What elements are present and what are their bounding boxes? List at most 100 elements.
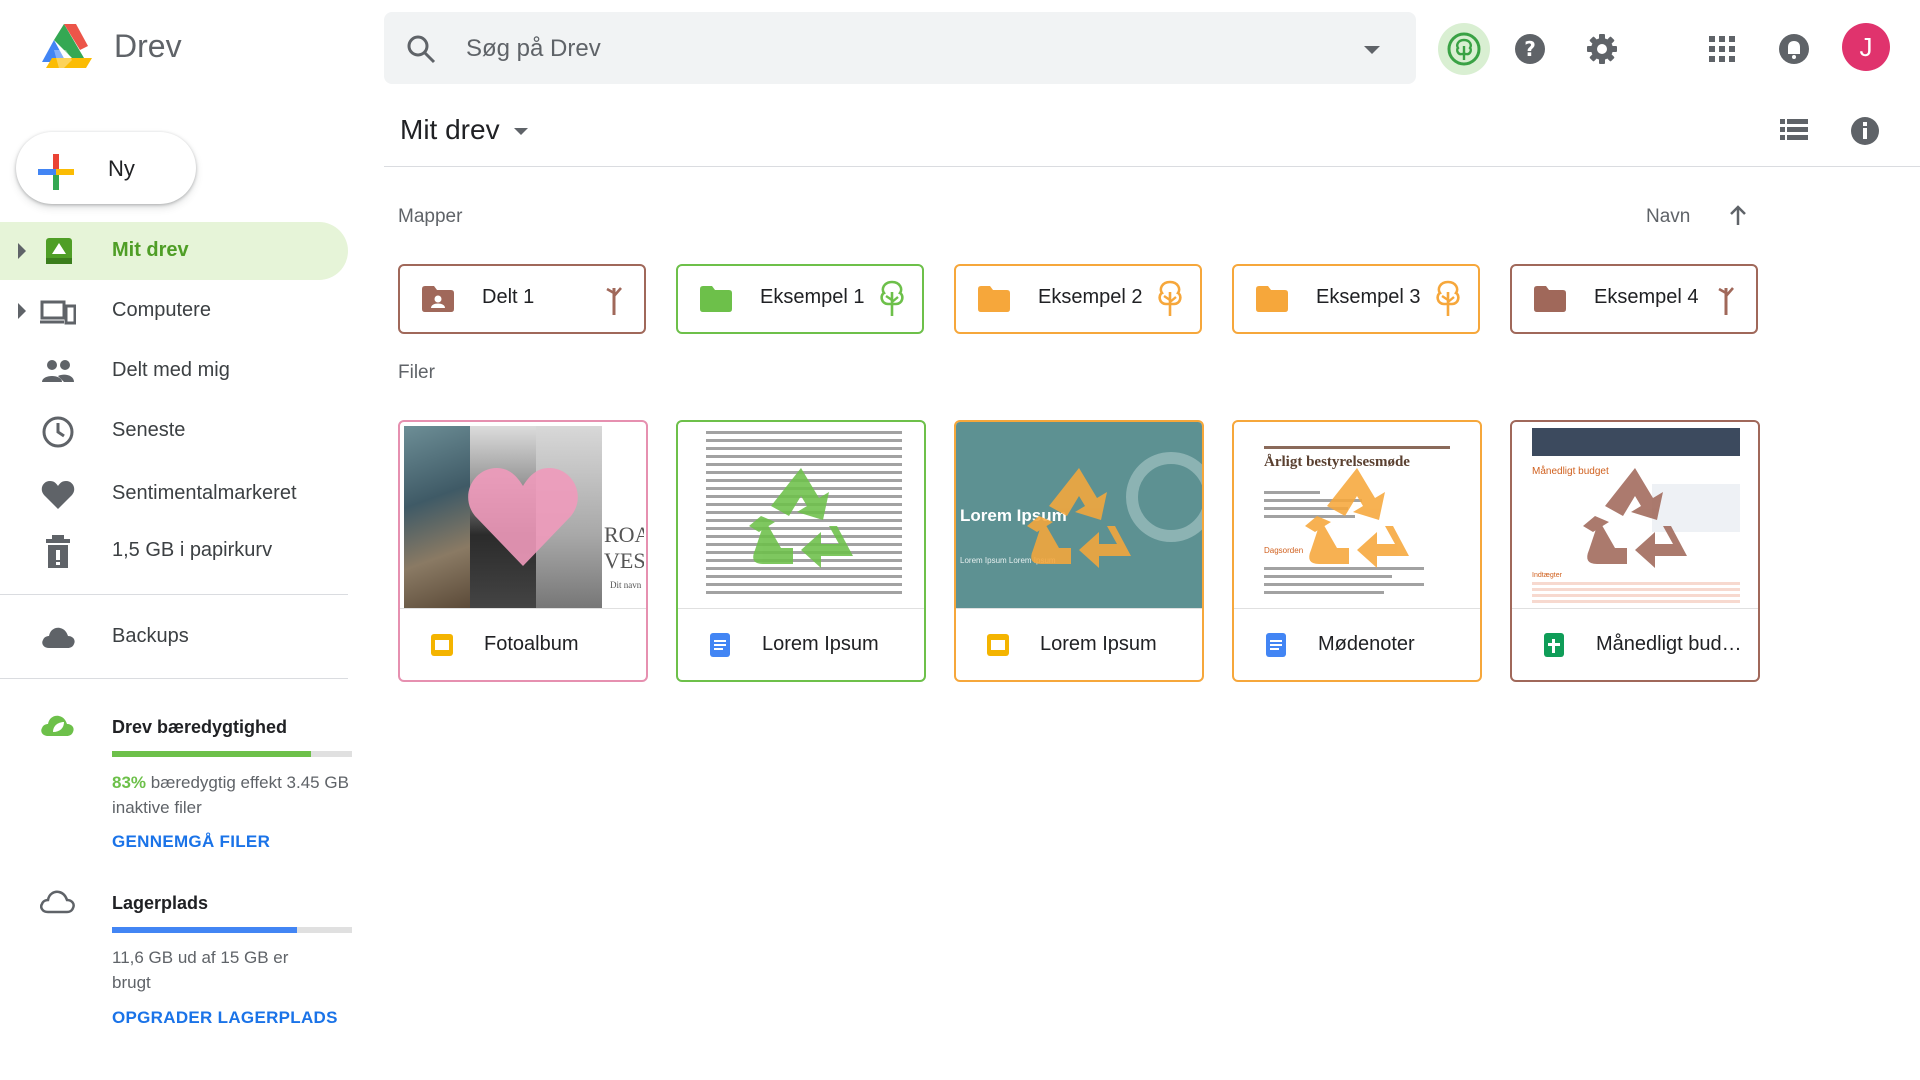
settings-icon bbox=[1587, 34, 1617, 64]
list-view-icon[interactable] bbox=[1780, 118, 1808, 142]
folder-name: Eksempel 1 bbox=[760, 286, 865, 308]
docs-file-icon bbox=[708, 633, 732, 657]
folder-icon bbox=[1256, 286, 1288, 312]
file-name: Mødenoter bbox=[1318, 633, 1415, 655]
folder-card[interactable]: Eksempel 4 bbox=[1510, 264, 1758, 334]
sidebar-item-computers[interactable]: Computere bbox=[0, 282, 348, 340]
folder-card[interactable]: Eksempel 1 bbox=[676, 264, 924, 334]
shared-folder-icon bbox=[422, 286, 454, 312]
new-button[interactable]: Ny bbox=[16, 132, 196, 204]
page-title[interactable]: Mit drev bbox=[400, 114, 500, 146]
apps-grid-icon bbox=[1709, 36, 1735, 62]
file-thumbnail: Lorem Ipsum Lorem Ipsum Lorem Ipsum bbox=[956, 422, 1202, 608]
sidebar-item-label: Sentimentalmarkeret bbox=[112, 482, 297, 504]
file-footer: Månedligt bud… bbox=[1512, 608, 1758, 680]
expand-arrow-icon[interactable] bbox=[18, 303, 26, 319]
recycle-icon bbox=[1027, 468, 1131, 568]
sidebar-item-trash[interactable]: 1,5 GB i papirkurv bbox=[0, 522, 348, 580]
file-thumbnail: Månedligt budget Indtægter bbox=[1512, 422, 1758, 608]
folder-card[interactable]: Eksempel 3 bbox=[1232, 264, 1480, 334]
sheets-file-icon bbox=[1542, 633, 1566, 657]
account-avatar[interactable]: J bbox=[1842, 23, 1890, 71]
file-thumbnail: ROA VES Dit navn bbox=[400, 422, 646, 608]
plus-icon bbox=[38, 154, 74, 190]
cloud-icon bbox=[40, 620, 76, 656]
folder-icon bbox=[700, 286, 732, 312]
search-bar[interactable] bbox=[384, 12, 1416, 86]
slides-file-icon bbox=[986, 633, 1010, 657]
folder-card[interactable]: Eksempel 2 bbox=[954, 264, 1202, 334]
file-thumbnail bbox=[678, 422, 924, 608]
sidebar-item-backups[interactable]: Backups bbox=[0, 608, 348, 666]
bell-icon bbox=[1779, 34, 1809, 64]
file-card[interactable]: Årligt bestyrelsesmøde Dagsorden Mødenot… bbox=[1232, 420, 1482, 682]
folder-name: Delt 1 bbox=[482, 286, 535, 308]
folder-name: Eksempel 2 bbox=[1038, 286, 1143, 308]
settings-button[interactable] bbox=[1576, 23, 1628, 75]
slides-file-icon bbox=[430, 633, 454, 657]
notifications-button[interactable] bbox=[1768, 23, 1820, 75]
people-icon bbox=[40, 354, 76, 390]
dead-tree-icon bbox=[1706, 278, 1746, 318]
folder-card[interactable]: Delt 1 bbox=[398, 264, 646, 334]
upgrade-storage-link[interactable]: OPGRADER LAGERPLADS bbox=[112, 1008, 338, 1028]
sidebar-item-label: Backups bbox=[112, 625, 189, 647]
dead-tree-icon bbox=[594, 278, 634, 318]
file-thumbnail: Årligt bestyrelsesmøde Dagsorden bbox=[1234, 422, 1480, 608]
help-icon: ? bbox=[1515, 34, 1545, 64]
new-button-label: Ny bbox=[108, 156, 135, 181]
sidebar-item-my-drive[interactable]: Mit drev bbox=[0, 222, 348, 280]
folder-name: Eksempel 4 bbox=[1594, 286, 1699, 308]
recycle-icon bbox=[1305, 468, 1409, 568]
thumbnail-subtitle: Dit navn bbox=[610, 580, 642, 590]
eco-tree-button[interactable] bbox=[1438, 23, 1490, 75]
review-files-link[interactable]: GENNEMGÅ FILER bbox=[112, 832, 270, 852]
computers-icon bbox=[40, 294, 77, 330]
sidebar-item-recent[interactable]: Seneste bbox=[0, 402, 348, 460]
folder-icon bbox=[978, 286, 1010, 312]
app-title: Drev bbox=[114, 28, 182, 64]
sort-arrow-up-icon[interactable] bbox=[1728, 204, 1748, 226]
drive-logo-icon[interactable] bbox=[32, 20, 96, 80]
tree-icon bbox=[1150, 278, 1190, 318]
heart-overlay-icon bbox=[468, 468, 578, 566]
storage-title: Lagerplads bbox=[112, 893, 209, 913]
search-icon[interactable] bbox=[406, 34, 436, 64]
svg-text:?: ? bbox=[1524, 37, 1536, 61]
sidebar-item-label: 1,5 GB i papirkurv bbox=[112, 539, 273, 561]
sidebar-item-shared[interactable]: Delt med mig bbox=[0, 342, 348, 400]
search-input[interactable] bbox=[464, 12, 1288, 86]
expand-arrow-icon[interactable] bbox=[18, 243, 26, 259]
file-card[interactable]: Lorem Ipsum bbox=[676, 420, 926, 682]
heart-icon bbox=[40, 477, 76, 513]
thumbnail-subtitle: Indtægter bbox=[1532, 572, 1562, 579]
file-footer: Lorem Ipsum bbox=[678, 608, 924, 680]
chevron-down-icon[interactable] bbox=[514, 128, 528, 135]
search-options-icon[interactable] bbox=[1364, 46, 1380, 54]
sidebar-item-sentimental[interactable]: Sentimentalmarkeret bbox=[0, 465, 348, 523]
sort-by-name-button[interactable]: Navn bbox=[1646, 206, 1690, 228]
files-section-label: Filer bbox=[398, 362, 435, 383]
eco-tree-icon bbox=[1447, 32, 1481, 66]
docs-file-icon bbox=[1264, 633, 1288, 657]
file-name: Lorem Ipsum bbox=[762, 633, 879, 655]
storage-bar-fill bbox=[112, 927, 297, 933]
file-card[interactable]: ROA VES Dit navn Fotoalbum bbox=[398, 420, 648, 682]
sidebar-item-label: Computere bbox=[112, 299, 211, 321]
file-card[interactable]: Månedligt budget Indtægter Månedligt bud… bbox=[1510, 420, 1760, 682]
apps-button[interactable] bbox=[1696, 23, 1748, 75]
tree-icon bbox=[872, 278, 912, 318]
info-icon[interactable] bbox=[1850, 116, 1880, 146]
header-divider bbox=[384, 166, 1920, 167]
file-name: Fotoalbum bbox=[484, 633, 579, 655]
storage-text: 11,6 GB ud af 15 GB er brugt bbox=[112, 948, 289, 992]
help-button[interactable]: ? bbox=[1504, 23, 1556, 75]
sidebar-divider bbox=[0, 678, 348, 679]
drive-folder-icon bbox=[40, 234, 76, 270]
leaf-cloud-icon bbox=[40, 710, 76, 738]
clock-icon bbox=[40, 414, 76, 450]
folders-section-label: Mapper bbox=[398, 206, 463, 227]
sidebar-item-label: Mit drev bbox=[112, 239, 189, 261]
file-card[interactable]: Lorem Ipsum Lorem Ipsum Lorem Ipsum Lore… bbox=[954, 420, 1204, 682]
sidebar-item-label: Seneste bbox=[112, 419, 186, 441]
